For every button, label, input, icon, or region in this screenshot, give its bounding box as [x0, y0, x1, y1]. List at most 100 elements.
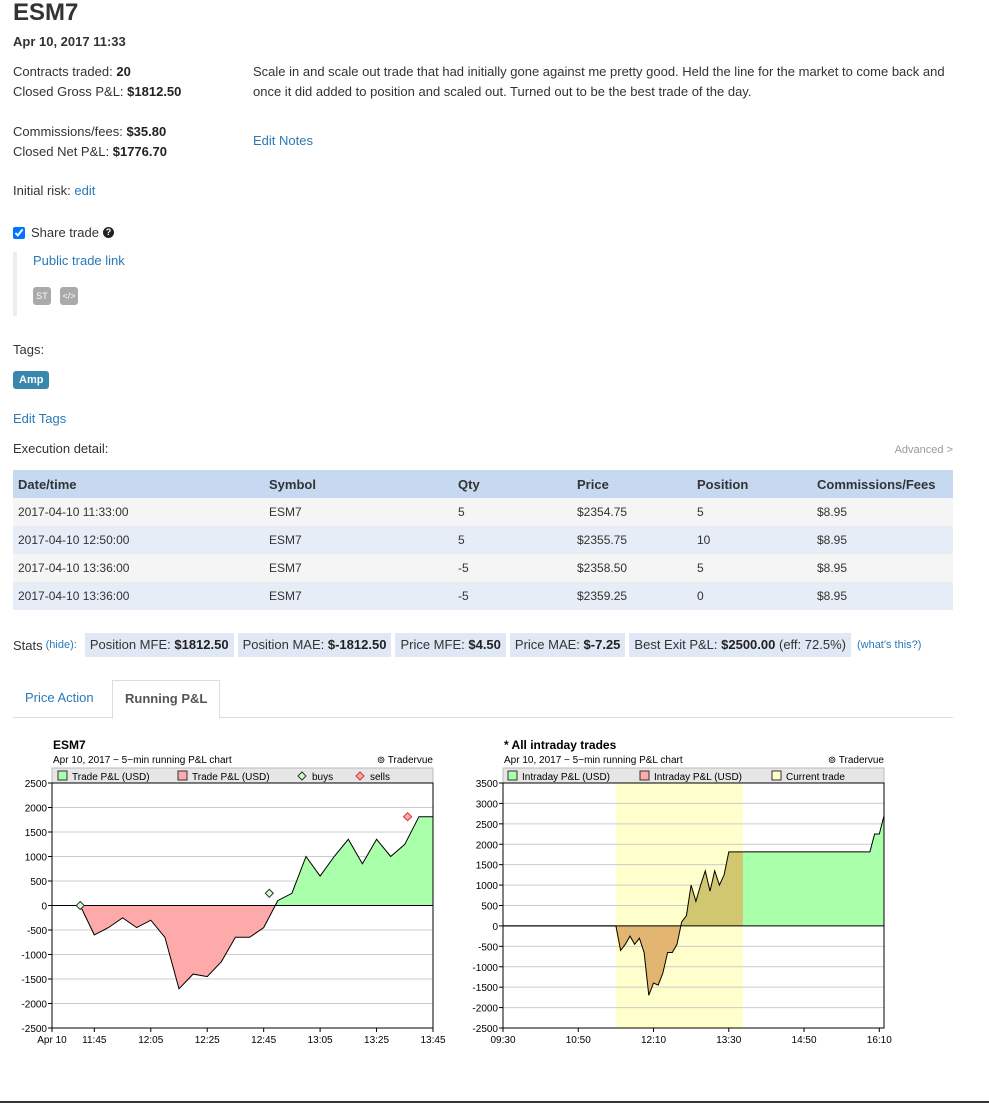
y-tick-label: -2000	[472, 1004, 498, 1015]
cell-qty: 5	[453, 526, 572, 554]
y-tick-label: 0	[492, 922, 498, 933]
stocktwits-icon[interactable]: ST	[33, 287, 51, 305]
table-row: 2017-04-10 11:33:00 ESM7 5 $2354.75 5 $8…	[13, 498, 953, 526]
col-qty[interactable]: Qty	[453, 470, 572, 498]
price-mae-stat: Price MAE: $-7.25	[509, 633, 626, 657]
best-exit-value: $2500.00	[721, 637, 776, 652]
tab-running-pnl[interactable]: Running P&L	[112, 680, 221, 719]
cell-symbol: ESM7	[264, 582, 453, 610]
x-tick-label: 10:50	[566, 1035, 591, 1046]
table-row: 2017-04-10 13:36:00 ESM7 -5 $2359.25 0 $…	[13, 582, 953, 610]
table-row: 2017-04-10 12:50:00 ESM7 5 $2355.75 10 $…	[13, 526, 953, 554]
share-trade-label: Share trade	[31, 225, 99, 240]
y-tick-label: -500	[478, 942, 498, 953]
position-mae-value: $-1812.50	[327, 637, 387, 652]
cell-commissions: $8.95	[812, 582, 953, 610]
y-tick-label: 1000	[25, 853, 48, 864]
help-icon[interactable]: ?	[102, 227, 114, 238]
y-tick-label: -1000	[21, 951, 47, 962]
cell-price: $2354.75	[572, 498, 692, 526]
stats-bar: Stats (hide): Position MFE: $1812.50 Pos…	[13, 633, 921, 657]
position-mae-stat: Position MAE: $-1812.50	[237, 633, 392, 657]
whats-this-link[interactable]: (what's this?)	[857, 639, 921, 651]
best-exit-eff: (eff: 72.5%)	[779, 637, 846, 652]
gross-row: Closed Gross P&L: $1812.50	[13, 82, 181, 102]
initial-risk-row: Initial risk: edit	[13, 183, 95, 198]
intraday-pnl-chart: * All intraday trades Apr 10, 2017 − 5−mi…	[472, 738, 892, 1046]
public-trade-link[interactable]: Public trade link	[33, 253, 125, 268]
cell-qty: -5	[453, 554, 572, 582]
y-tick-label: 500	[30, 877, 47, 888]
col-position[interactable]: Position	[692, 470, 812, 498]
x-tick-label: Apr 10	[37, 1035, 67, 1046]
x-tick-label: 12:25	[195, 1035, 220, 1046]
y-tick-label: 2000	[25, 804, 48, 815]
y-tick-label: 1000	[476, 881, 499, 892]
y-tick-label: -1500	[472, 983, 498, 994]
legend-buys-label: buys	[312, 772, 333, 783]
cell-price: $2358.50	[572, 554, 692, 582]
chart-title: * All intraday trades	[504, 738, 617, 752]
col-datetime[interactable]: Date/time	[13, 470, 264, 498]
edit-tags-link[interactable]: Edit Tags	[13, 411, 66, 426]
chart-title: ESM7	[53, 738, 86, 752]
commissions-value: $35.80	[126, 124, 167, 139]
position-mfe-stat: Position MFE: $1812.50	[84, 633, 234, 657]
x-tick-label: 12:10	[641, 1035, 666, 1046]
chart-brand: ⊚ Tradervue	[377, 755, 434, 766]
tab-price-action[interactable]: Price Action	[13, 680, 106, 716]
stats-hide-link[interactable]: (hide):	[46, 639, 77, 651]
tag-badge[interactable]: Amp	[13, 371, 50, 389]
cell-datetime: 2017-04-10 12:50:00	[13, 526, 264, 554]
x-tick-label: 13:30	[716, 1035, 741, 1046]
cell-position: 0	[692, 582, 812, 610]
table-row: 2017-04-10 13:36:00 ESM7 -5 $2358.50 5 $…	[13, 554, 953, 582]
cell-commissions: $8.95	[812, 498, 953, 526]
commissions-label: Commissions/fees:	[13, 124, 123, 139]
cell-price: $2355.75	[572, 526, 692, 554]
price-mfe-label: Price MFE:	[400, 637, 465, 652]
col-price[interactable]: Price	[572, 470, 692, 498]
share-trade-checkbox[interactable]	[13, 226, 25, 239]
y-tick-label: -500	[27, 926, 47, 937]
legend-intraday-neg-label: Intraday P&L (USD)	[654, 772, 742, 783]
gross-value: $1812.50	[127, 84, 182, 99]
y-tick-label: 1500	[476, 861, 499, 872]
position-mae-label: Position MAE:	[242, 637, 325, 652]
net-label: Closed Net P&L:	[13, 144, 110, 159]
chart-brand: ⊚ Tradervue	[828, 755, 885, 766]
x-tick-label: 12:05	[138, 1035, 163, 1046]
cell-datetime: 2017-04-10 11:33:00	[13, 498, 264, 526]
commissions-row: Commissions/fees: $35.80	[13, 122, 166, 142]
embed-code-icon[interactable]: </>	[60, 287, 78, 305]
cell-symbol: ESM7	[264, 526, 453, 554]
legend-current-trade-swatch	[771, 770, 782, 781]
y-tick-label: 3500	[476, 779, 499, 790]
stats-label: Stats	[13, 637, 43, 653]
col-commissions[interactable]: Commissions/Fees	[812, 470, 953, 498]
legend-intraday-neg-swatch	[639, 770, 650, 781]
y-tick-label: -1500	[21, 975, 47, 986]
advanced-link[interactable]: Advanced >	[895, 444, 953, 456]
x-tick-label: 13:25	[364, 1035, 389, 1046]
contracts-label: Contracts traded:	[13, 64, 113, 79]
trade-notes: Scale in and scale out trade that had in…	[253, 64, 945, 99]
initial-risk-label: Initial risk:	[13, 183, 71, 198]
best-exit-stat: Best Exit P&L: $2500.00 (eff: 72.5%)	[629, 633, 851, 657]
execution-detail-label: Execution detail:	[13, 441, 109, 456]
y-tick-label: 500	[481, 902, 498, 913]
execution-table: Date/time Symbol Qty Price Position Comm…	[13, 470, 953, 610]
contracts-value: 20	[116, 64, 131, 79]
net-row: Closed Net P&L: $1776.70	[13, 142, 167, 162]
col-symbol[interactable]: Symbol	[264, 470, 453, 498]
edit-notes-link[interactable]: Edit Notes	[253, 133, 313, 148]
share-trade-row: Share trade ?	[13, 225, 114, 240]
legend-intraday-pos-swatch	[507, 770, 518, 781]
x-tick-label: 13:05	[308, 1035, 333, 1046]
x-tick-label: 14:50	[792, 1035, 817, 1046]
initial-risk-edit-link[interactable]: edit	[74, 183, 95, 198]
y-tick-label: 2000	[476, 840, 499, 851]
contracts-row: Contracts traded: 20	[13, 62, 131, 82]
chart-tabs: Price Action Running P&L	[13, 680, 953, 719]
y-tick-label: 3000	[476, 799, 499, 810]
